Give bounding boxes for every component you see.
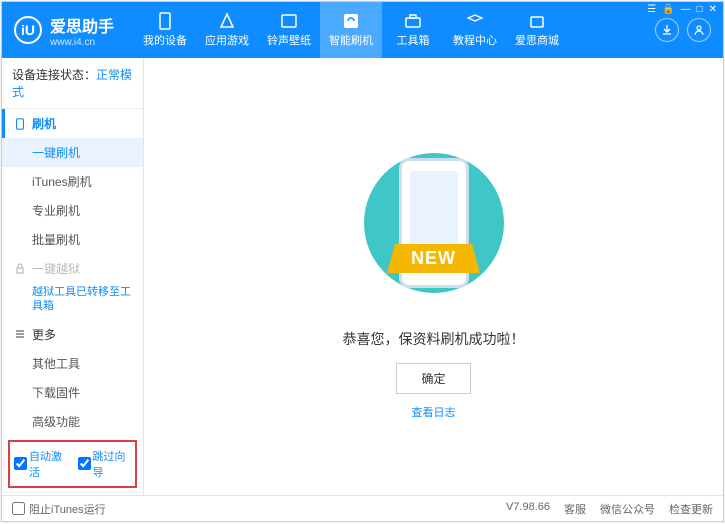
options-highlight-box: 自动激活 跳过向导 xyxy=(8,440,137,488)
toolbox-icon xyxy=(404,12,422,30)
flash-icon xyxy=(342,12,360,30)
download-button[interactable] xyxy=(655,18,679,42)
tab-label: 爱思商城 xyxy=(515,32,559,48)
lock-icon[interactable]: 🔒 xyxy=(662,4,674,15)
close-icon[interactable]: ✕ xyxy=(709,4,717,15)
sidebar-item-batch-flash[interactable]: 批量刷机 xyxy=(2,225,143,254)
view-log-link[interactable]: 查看日志 xyxy=(412,404,456,420)
tab-store[interactable]: 爱思商城 xyxy=(506,2,568,58)
app-url: www.i4.cn xyxy=(50,37,114,48)
sidebar-item-other-tools[interactable]: 其他工具 xyxy=(2,349,143,378)
tutorial-icon xyxy=(466,12,484,30)
tab-flash[interactable]: 智能刷机 xyxy=(320,2,382,58)
list-icon xyxy=(14,328,26,340)
tab-label: 应用游戏 xyxy=(205,32,249,48)
status-label: 设备连接状态： xyxy=(12,68,96,82)
minimize-icon[interactable]: — xyxy=(681,4,691,15)
store-icon xyxy=(528,12,546,30)
section-label: 一键越狱 xyxy=(32,260,80,277)
new-badge: NEW xyxy=(397,244,470,273)
tab-apps[interactable]: 应用游戏 xyxy=(196,2,258,58)
tab-tutorials[interactable]: 教程中心 xyxy=(444,2,506,58)
success-illustration: NEW xyxy=(344,133,524,313)
success-message: 恭喜您，保资料刷机成功啦！ xyxy=(343,329,525,349)
checkbox-label: 跳过向导 xyxy=(93,448,132,480)
app-header: iU 爱思助手 www.i4.cn 我的设备 应用游戏 铃声壁纸 智能刷机 xyxy=(2,2,723,58)
sidebar: 设备连接状态：正常模式 刷机 一键刷机 iTunes刷机 专业刷机 批量刷机 一… xyxy=(2,58,144,495)
support-link[interactable]: 客服 xyxy=(564,501,586,517)
menu-icon[interactable]: ☰ xyxy=(647,4,656,15)
checkbox-input[interactable] xyxy=(12,502,25,515)
lock-small-icon xyxy=(14,263,26,275)
checkbox-skip-guide[interactable]: 跳过向导 xyxy=(78,448,132,480)
section-label: 更多 xyxy=(32,326,56,343)
sidebar-item-itunes-flash[interactable]: iTunes刷机 xyxy=(2,167,143,196)
apps-icon xyxy=(218,12,236,30)
checkbox-block-itunes[interactable]: 阻止iTunes运行 xyxy=(12,501,106,517)
checkbox-label: 自动激活 xyxy=(29,448,68,480)
ok-button[interactable]: 确定 xyxy=(396,363,470,394)
maximize-icon[interactable]: □ xyxy=(697,4,703,15)
sidebar-item-download-firmware[interactable]: 下载固件 xyxy=(2,378,143,407)
section-more[interactable]: 更多 xyxy=(2,320,143,349)
sidebar-item-advanced[interactable]: 高级功能 xyxy=(2,407,143,436)
checkbox-auto-activate[interactable]: 自动激活 xyxy=(14,448,68,480)
app-logo-icon: iU xyxy=(14,16,42,44)
wechat-link[interactable]: 微信公众号 xyxy=(600,501,655,517)
tab-label: 铃声壁纸 xyxy=(267,32,311,48)
phone-icon xyxy=(156,12,174,30)
checkbox-input[interactable] xyxy=(14,457,27,470)
tab-label: 教程中心 xyxy=(453,32,497,48)
logo-block: iU 爱思助手 www.i4.cn xyxy=(14,13,114,48)
section-flash[interactable]: 刷机 xyxy=(2,109,143,138)
footer: 阻止iTunes运行 V7.98.66 客服 微信公众号 检查更新 xyxy=(2,495,723,521)
update-link[interactable]: 检查更新 xyxy=(669,501,713,517)
sidebar-item-pro-flash[interactable]: 专业刷机 xyxy=(2,196,143,225)
jailbreak-note: 越狱工具已转移至工具箱 xyxy=(2,283,143,320)
tab-my-device[interactable]: 我的设备 xyxy=(134,2,196,58)
tab-toolbox[interactable]: 工具箱 xyxy=(382,2,444,58)
checkbox-input[interactable] xyxy=(78,457,91,470)
wallpaper-icon xyxy=(280,12,298,30)
tab-label: 我的设备 xyxy=(143,32,187,48)
user-button[interactable] xyxy=(687,18,711,42)
tab-label: 智能刷机 xyxy=(329,32,373,48)
phone-small-icon xyxy=(14,118,26,130)
checkbox-label: 阻止iTunes运行 xyxy=(29,501,106,517)
main-tabs: 我的设备 应用游戏 铃声壁纸 智能刷机 工具箱 教程中心 xyxy=(134,2,568,58)
section-jailbreak: 一键越狱 xyxy=(2,254,143,283)
app-name: 爱思助手 xyxy=(50,13,114,37)
section-label: 刷机 xyxy=(32,115,56,132)
main-content: NEW 恭喜您，保资料刷机成功啦！ 确定 查看日志 xyxy=(144,58,723,495)
tab-ringtones[interactable]: 铃声壁纸 xyxy=(258,2,320,58)
version-label: V7.98.66 xyxy=(506,501,550,517)
connection-status: 设备连接状态：正常模式 xyxy=(2,58,143,109)
sidebar-item-oneclick-flash[interactable]: 一键刷机 xyxy=(2,138,143,167)
tab-label: 工具箱 xyxy=(397,32,430,48)
